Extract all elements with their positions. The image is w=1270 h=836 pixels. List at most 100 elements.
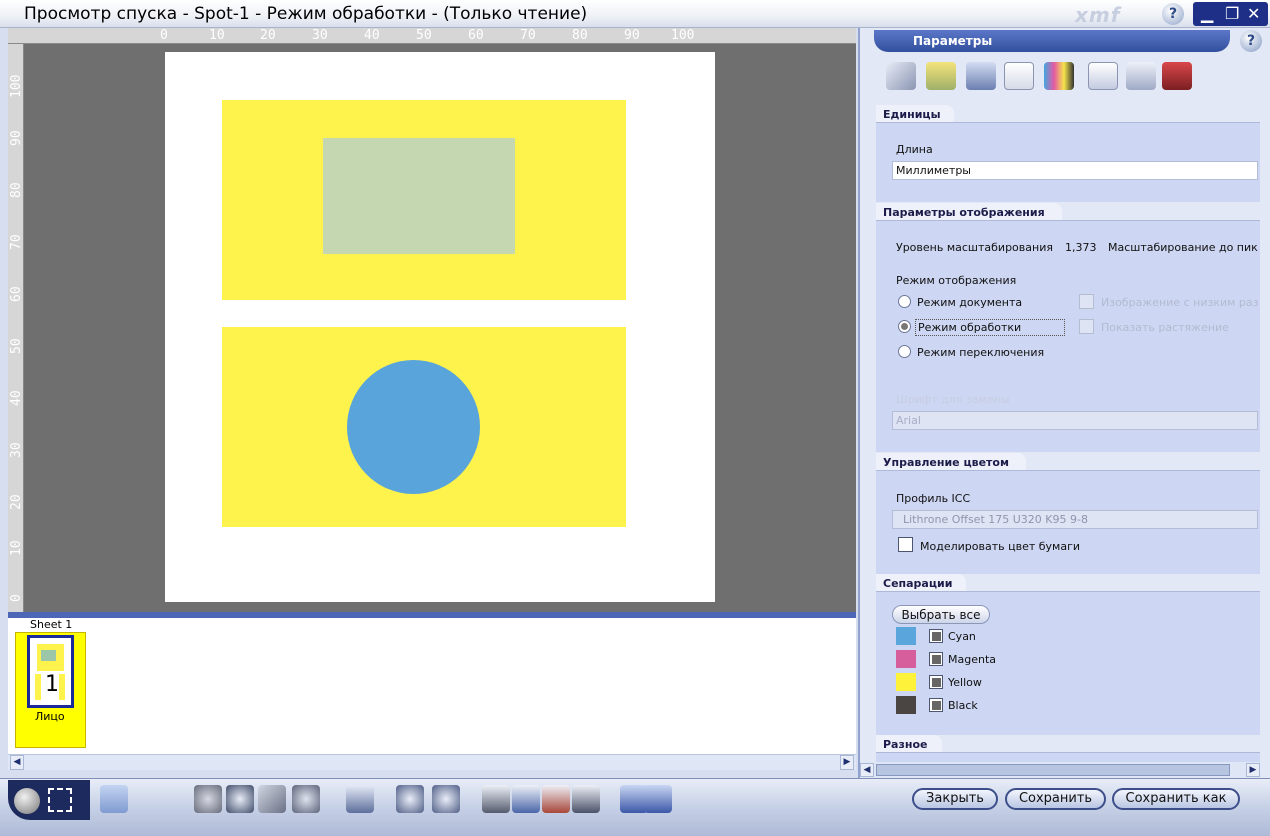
ruler-label: 80	[9, 182, 24, 198]
save-button[interactable]: Сохранить	[1005, 788, 1106, 810]
panel-toolbar	[876, 58, 1256, 98]
save-as-button[interactable]: Сохранить как	[1112, 788, 1240, 810]
ruler-label: 0	[9, 594, 24, 602]
black-checkbox[interactable]	[929, 698, 943, 712]
thumbnail-strip	[8, 618, 856, 754]
info-icon[interactable]	[1088, 62, 1118, 90]
switch-mode-label: Режим переключения	[917, 346, 1045, 359]
font-select[interactable]: Arial	[892, 411, 1258, 430]
zoom-fit-link[interactable]: Масштабирование до пик	[1108, 241, 1258, 254]
face-label: Лицо	[35, 710, 65, 723]
fit-page-icon[interactable]	[346, 785, 374, 813]
tab-parameters-label: Параметры	[913, 34, 993, 48]
magenta-label: Magenta	[948, 653, 997, 666]
ruler-label: 30	[312, 28, 328, 43]
redo-icon[interactable]	[644, 785, 672, 813]
zoom-out-icon[interactable]	[432, 785, 460, 813]
panel-help-icon[interactable]: ?	[1240, 30, 1262, 52]
window-controls: ▁ ❐ ✕	[1193, 2, 1268, 26]
ruler-label: 60	[468, 28, 484, 43]
ruler-label: 50	[9, 338, 24, 354]
scroll-left-icon[interactable]: ◀	[10, 755, 24, 770]
zoom-label: Уровень масштабирования	[896, 241, 1053, 254]
icc-label: Профиль ICC	[896, 492, 971, 505]
magenta-checkbox[interactable]	[929, 652, 943, 666]
zoom-in-icon[interactable]	[396, 785, 424, 813]
thumb-page-left	[35, 674, 41, 700]
cyan-label: Cyan	[948, 630, 976, 643]
home-disc-icon[interactable]	[14, 788, 40, 814]
ruler-label: 80	[572, 28, 588, 43]
ruler-label: 50	[416, 28, 432, 43]
brand-logo: xmf	[1075, 3, 1121, 27]
ruler-label: 90	[624, 28, 640, 43]
simulate-paper-label: Моделировать цвет бумаги	[920, 540, 1080, 553]
close-button[interactable]: Закрыть	[912, 788, 998, 810]
simulate-paper-checkbox[interactable]	[898, 537, 913, 552]
cube-icon[interactable]	[100, 785, 128, 813]
panel-scroll-thumb[interactable]	[876, 764, 1230, 776]
report-icon[interactable]	[542, 785, 570, 813]
select-all-button[interactable]: Выбрать все	[892, 605, 990, 624]
magenta-swatch	[896, 650, 916, 668]
proof-icon[interactable]	[482, 785, 510, 813]
grid-view-icon[interactable]	[512, 785, 540, 813]
panel-scroll-left-icon[interactable]: ◀	[860, 763, 874, 777]
ruler-label: 100	[671, 28, 695, 43]
page-number: 1	[45, 672, 59, 697]
thumb-image	[41, 650, 56, 661]
cyan-checkbox[interactable]	[929, 629, 943, 643]
window-titlebar: Просмотр спуска - Spot-1 - Режим обработ…	[0, 0, 1270, 28]
help-icon[interactable]: ?	[1162, 3, 1184, 25]
processing-mode-label: Режим обработки	[915, 319, 1065, 336]
icc-select[interactable]: Lithrone Offset 175 U320 K95 9-8	[892, 510, 1258, 529]
lowres-label: Изображение с низким раз	[1101, 296, 1259, 309]
maximize-icon[interactable]: ❐	[1225, 4, 1239, 23]
crosshair-icon[interactable]	[1044, 62, 1074, 90]
scroll-right-icon[interactable]: ▶	[840, 755, 854, 770]
black-swatch	[896, 696, 916, 714]
fit-view-icon[interactable]	[48, 788, 72, 812]
stretch-checkbox[interactable]	[1079, 319, 1094, 334]
lowres-checkbox[interactable]	[1079, 294, 1094, 309]
ruler-label: 20	[9, 494, 24, 510]
document-icon[interactable]	[1004, 62, 1034, 90]
panel-scroll-right-icon[interactable]: ▶	[1246, 763, 1260, 777]
ruler-top	[8, 28, 856, 44]
panel-hscrollbar[interactable]: ◀ ▶	[860, 762, 1260, 778]
yellow-checkbox[interactable]	[929, 675, 943, 689]
display-mode-label: Режим отображения	[896, 274, 1017, 287]
export-icon[interactable]	[572, 785, 600, 813]
ruler-label: 10	[9, 540, 24, 556]
close-icon[interactable]: ✕	[1247, 4, 1260, 23]
pipette-tool-icon[interactable]	[292, 785, 320, 813]
yellow-swatch	[896, 673, 916, 691]
hand-tool-icon[interactable]	[194, 785, 222, 813]
ruler-label: 60	[9, 286, 24, 302]
sheet-label: Sheet 1	[30, 618, 73, 631]
length-select[interactable]: Миллиметры	[892, 161, 1258, 180]
horizontal-scrollbar[interactable]: ◀ ▶	[8, 754, 856, 770]
thumb-page-right	[59, 674, 65, 700]
measure-icon[interactable]	[886, 62, 916, 90]
length-label: Длина	[896, 143, 933, 156]
document-mode-label: Режим документа	[917, 296, 1023, 309]
page-thumbnail[interactable]: 1	[27, 635, 74, 708]
minimize-icon[interactable]: ▁	[1201, 4, 1213, 23]
ruler-label: 40	[9, 390, 24, 406]
radio-switch-mode[interactable]	[898, 345, 911, 358]
book-icon[interactable]	[1162, 62, 1192, 90]
radio-processing-mode[interactable]	[898, 320, 911, 333]
print-icon[interactable]	[966, 62, 996, 90]
edit-icon[interactable]	[1126, 62, 1156, 90]
ruler-label: 70	[9, 234, 24, 250]
ruler-tool-icon[interactable]	[258, 785, 286, 813]
stretch-label: Показать растяжение	[1101, 321, 1229, 334]
image-placeholder	[323, 138, 515, 254]
layers-icon[interactable]	[926, 62, 956, 90]
zoom-tool-icon[interactable]	[226, 785, 254, 813]
black-label: Black	[948, 699, 978, 712]
yellow-label: Yellow	[948, 676, 982, 689]
tab-parameters[interactable]: Параметры	[874, 30, 1230, 52]
radio-document-mode[interactable]	[898, 295, 911, 308]
